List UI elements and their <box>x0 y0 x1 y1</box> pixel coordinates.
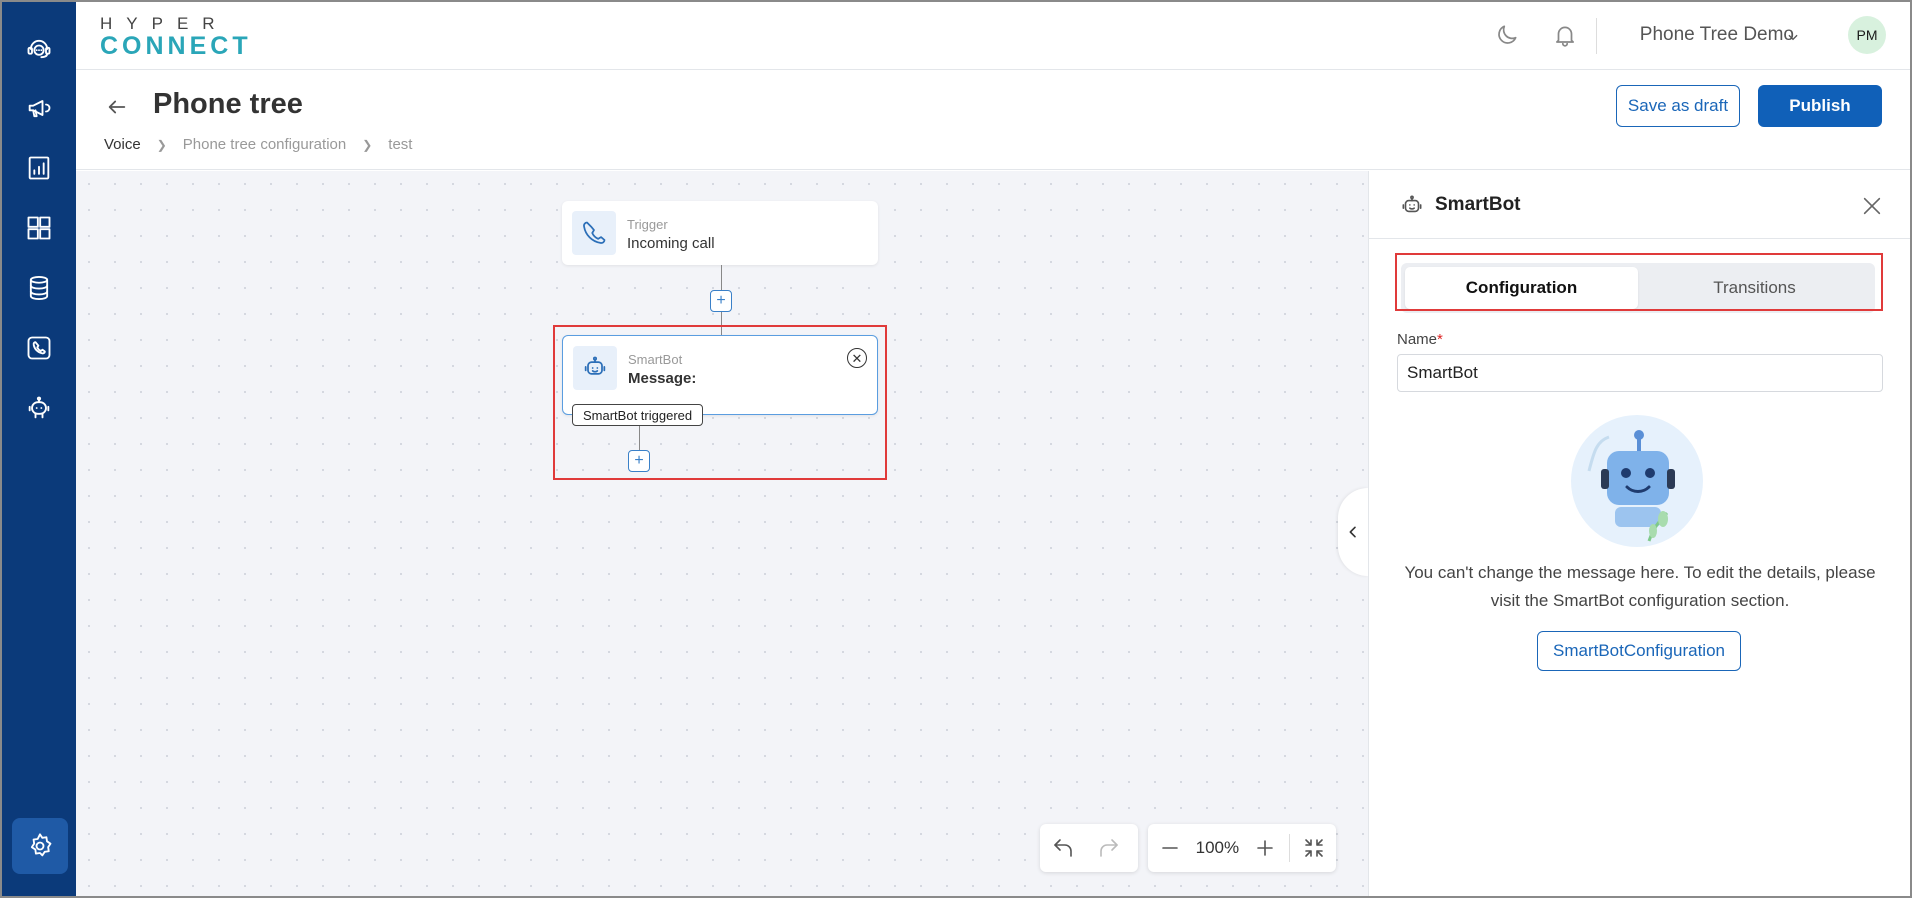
zoom-out-icon[interactable] <box>1148 825 1192 871</box>
workspace-selector[interactable]: Phone Tree Demo <box>1640 24 1794 46</box>
phone-icon[interactable] <box>16 325 62 371</box>
history-controls <box>1040 824 1138 872</box>
panel-title: SmartBot <box>1435 194 1521 215</box>
close-icon[interactable] <box>1861 195 1883 222</box>
back-arrow-icon[interactable] <box>106 96 128 123</box>
smartbot-configuration-button[interactable]: SmartBotConfiguration <box>1537 631 1741 671</box>
name-field[interactable]: SmartBot <box>1397 354 1883 392</box>
redo-icon[interactable] <box>1086 825 1132 871</box>
zoom-divider <box>1288 834 1290 862</box>
breadcrumb-test[interactable]: test <box>388 136 412 153</box>
chevron-left-icon <box>1349 526 1356 538</box>
required-mark: * <box>1437 331 1443 348</box>
smartbot-config-panel: SmartBot Configuration Transitions Name*… <box>1368 171 1912 898</box>
robot-illustration <box>1571 415 1703 547</box>
trigger-node-value: Incoming call <box>627 235 715 252</box>
megaphone-icon[interactable] <box>16 85 62 131</box>
highlight-box <box>1395 253 1883 311</box>
notification-bell-icon[interactable] <box>1552 22 1578 53</box>
save-as-draft-button[interactable]: Save as draft <box>1616 85 1740 127</box>
chevron-right-icon: ❯ <box>362 137 373 152</box>
page-title: Phone tree <box>153 88 303 120</box>
logo-bottom-text: CONNECT <box>100 32 252 60</box>
analytics-icon[interactable] <box>16 145 62 191</box>
user-avatar[interactable]: PM <box>1848 16 1886 54</box>
dashboard-icon[interactable] <box>16 205 62 251</box>
chevron-right-icon: ❯ <box>156 137 167 152</box>
dark-mode-icon[interactable] <box>1494 22 1520 53</box>
top-bar: HYPER CONNECT Phone Tree Demo PM <box>76 0 1912 70</box>
bot-icon[interactable] <box>16 385 62 431</box>
trigger-node[interactable]: Trigger Incoming call <box>562 201 878 265</box>
chevron-down-icon[interactable] <box>1786 30 1800 49</box>
zoom-controls: 100% <box>1148 824 1336 872</box>
add-step-button[interactable]: + <box>710 290 732 312</box>
page-header: Phone tree Voice ❯ Phone tree configurat… <box>76 70 1912 170</box>
fit-screen-icon[interactable] <box>1292 825 1336 871</box>
name-label-text: Name <box>1397 331 1438 348</box>
info-message: You can't change the message here. To ed… <box>1404 563 1876 610</box>
phone-icon <box>572 211 616 255</box>
publish-button[interactable]: Publish <box>1758 85 1882 127</box>
bot-icon <box>1399 193 1425 224</box>
collapse-panel-handle[interactable] <box>1338 488 1368 576</box>
breadcrumb-voice[interactable]: Voice <box>104 136 141 153</box>
logo-top-text: HYPER <box>100 14 229 33</box>
breadcrumb: Voice ❯ Phone tree configuration ❯ test <box>104 136 412 153</box>
highlight-box <box>553 325 887 480</box>
breadcrumb-phone-tree-configuration[interactable]: Phone tree configuration <box>183 136 346 153</box>
header-divider <box>1596 18 1597 54</box>
connector-line <box>721 265 722 290</box>
support-agent-icon[interactable] <box>16 26 62 72</box>
name-field-label: Name* <box>1397 331 1443 348</box>
trigger-node-label: Trigger <box>627 217 668 232</box>
zoom-in-icon[interactable] <box>1242 825 1286 871</box>
zoom-level: 100% <box>1195 838 1240 857</box>
database-icon[interactable] <box>16 265 62 311</box>
panel-header: SmartBot <box>1369 171 1912 239</box>
undo-icon[interactable] <box>1040 825 1086 871</box>
flow-canvas[interactable]: Trigger Incoming call + SmartBot Message… <box>76 171 1368 897</box>
settings-icon[interactable] <box>12 818 68 874</box>
side-rail <box>0 0 76 898</box>
